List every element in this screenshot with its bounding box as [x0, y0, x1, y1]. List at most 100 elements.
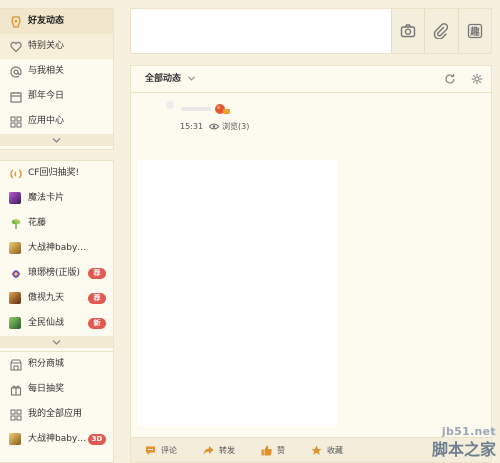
chevron-down-icon — [188, 76, 196, 81]
photo-button[interactable] — [391, 9, 424, 53]
feed-panel: 全部动态 15:31 浏览(3) 评论 转发 赞 收藏 — [130, 65, 492, 463]
comment-icon — [146, 446, 155, 455]
post-time: 15:31 — [180, 122, 204, 131]
share-button[interactable]: 转发 — [203, 445, 235, 456]
sidebar-item-label: 与我相关 — [28, 66, 65, 76]
sidebar-item-label: 我的全部应用 — [28, 409, 83, 419]
new-badge: 新 — [88, 318, 106, 329]
sidebar: 好友动态 特别关心 与我相关 那年今日 应用中心 CF回归抽奖! 魔法卡片 花藤… — [0, 0, 114, 463]
sidebar-item-label: CF回归抽奖! — [28, 168, 80, 178]
vip-icon — [215, 104, 230, 114]
avatar[interactable] — [166, 101, 174, 109]
attachment-button[interactable] — [424, 9, 457, 53]
sidebar-item-label: 大战神baby… — [28, 434, 87, 444]
sidebar-item-special-care[interactable]: 特别关心 — [0, 34, 113, 59]
flower-vine-icon — [9, 217, 22, 230]
comment-button[interactable]: 评论 — [145, 445, 177, 456]
feed-filter-dropdown[interactable]: 全部动态 — [145, 66, 196, 92]
sidebar-item-all-apps[interactable]: 我的全部应用 — [0, 402, 113, 427]
recommend-badge: 荐 — [88, 268, 106, 279]
sidebar-item-xianzhan[interactable]: 全民仙战 新 — [0, 311, 113, 336]
favorite-button[interactable]: 收藏 — [311, 445, 343, 456]
war-god-icon — [9, 433, 21, 445]
comment-label: 评论 — [161, 445, 177, 455]
sidebar-item-label: 傲视九天 — [28, 293, 65, 303]
watermark-name: 脚本之家 — [431, 440, 496, 459]
at-icon — [9, 65, 22, 78]
fun-icon-label: 趣 — [469, 26, 480, 38]
sidebar-item-label: 全民仙战 — [28, 318, 65, 328]
post-composer[interactable]: 趣 — [130, 8, 492, 54]
eye-icon — [209, 123, 220, 130]
gear-icon — [471, 73, 483, 85]
composer-toolbar: 趣 — [391, 9, 491, 53]
sidebar-item-label: 大战神baby… — [28, 243, 87, 253]
sidebar-item-war-god-baby[interactable]: 大战神baby… — [0, 236, 113, 261]
chevron-down-icon — [52, 339, 61, 345]
refresh-button[interactable] — [444, 73, 456, 85]
post-meta: 15:31 浏览(3) — [180, 121, 249, 132]
gift-icon — [9, 383, 22, 396]
feed-header: 全部动态 — [131, 66, 491, 93]
recommend-badge: 荐 — [88, 293, 106, 304]
sidebar-item-langya[interactable]: 琅琊榜(正版) 荐 — [0, 261, 113, 286]
sidebar-item-label: 那年今日 — [28, 91, 65, 101]
aoshi-icon — [9, 292, 21, 304]
3d-badge: 3D — [88, 434, 106, 445]
magic-card-icon — [9, 192, 21, 204]
war-god-icon — [9, 242, 21, 254]
post-content — [137, 160, 337, 426]
settings-button[interactable] — [471, 73, 483, 85]
share-icon — [203, 445, 214, 455]
favorite-label: 收藏 — [327, 445, 343, 455]
like-label: 赞 — [277, 445, 285, 455]
share-label: 转发 — [219, 445, 235, 455]
post-views[interactable]: 浏览(3) — [222, 121, 249, 132]
feed-filter-label: 全部动态 — [145, 74, 182, 84]
sidebar-item-label: 琅琊榜(正版) — [28, 268, 81, 278]
sidebar-item-app-center[interactable]: 应用中心 — [0, 109, 113, 134]
fun-icon: 趣 — [467, 23, 482, 39]
watermark: jb51.net 脚本之家 — [432, 425, 496, 460]
sidebar-item-mentions[interactable]: 与我相关 — [0, 59, 113, 84]
sidebar-item-label: 每日抽奖 — [28, 384, 65, 394]
post-author-name[interactable] — [181, 107, 211, 111]
expand-more-button[interactable] — [0, 134, 113, 146]
expand-games-button[interactable] — [0, 336, 113, 348]
sidebar-item-label: 特别关心 — [28, 41, 65, 51]
cf-game-icon — [9, 167, 22, 180]
sidebar-item-friends-feed[interactable]: 好友动态 — [0, 9, 113, 34]
refresh-icon — [445, 74, 455, 84]
sidebar-item-label: 好友动态 — [28, 16, 65, 26]
attachment-icon — [434, 23, 449, 39]
like-icon — [261, 445, 272, 455]
sidebar-item-label: 花藤 — [28, 218, 47, 228]
camera-icon — [400, 24, 416, 38]
calendar-icon — [9, 90, 22, 103]
sidebar-item-daily-lottery[interactable]: 每日抽奖 — [0, 377, 113, 402]
sidebar-item-label: 魔法卡片 — [28, 193, 65, 203]
chevron-down-icon — [52, 137, 61, 143]
sidebar-item-war-god-baby-3d[interactable]: 大战神baby… 3D — [0, 427, 113, 452]
apps-grid-icon — [9, 408, 22, 421]
friends-feed-icon — [9, 15, 22, 28]
sidebar-games-panel: CF回归抽奖! 魔法卡片 花藤 大战神baby… 琅琊榜(正版) 荐 傲视九天 … — [0, 160, 114, 352]
sidebar-item-label: 积分商城 — [28, 359, 65, 369]
langya-icon — [9, 267, 22, 280]
sidebar-item-flower-vine[interactable]: 花藤 — [0, 211, 113, 236]
sidebar-item-label: 应用中心 — [28, 116, 65, 126]
sidebar-bottom-panel: 积分商城 每日抽奖 我的全部应用 大战神baby… 3D — [0, 352, 114, 463]
fun-button[interactable]: 趣 — [457, 9, 491, 53]
apps-grid-icon — [9, 115, 22, 128]
sidebar-primary-panel: 好友动态 特别关心 与我相关 那年今日 应用中心 — [0, 8, 114, 150]
store-icon — [9, 358, 22, 371]
xianzhan-icon — [9, 317, 21, 329]
star-icon — [311, 445, 322, 455]
sidebar-item-aoshi[interactable]: 傲视九天 荐 — [0, 286, 113, 311]
sidebar-item-magic-card[interactable]: 魔法卡片 — [0, 186, 113, 211]
sidebar-item-points-store[interactable]: 积分商城 — [0, 352, 113, 377]
sidebar-item-on-this-day[interactable]: 那年今日 — [0, 84, 113, 109]
like-button[interactable]: 赞 — [261, 445, 285, 456]
heart-icon — [9, 40, 22, 53]
sidebar-item-cf-lottery[interactable]: CF回归抽奖! — [0, 161, 113, 186]
